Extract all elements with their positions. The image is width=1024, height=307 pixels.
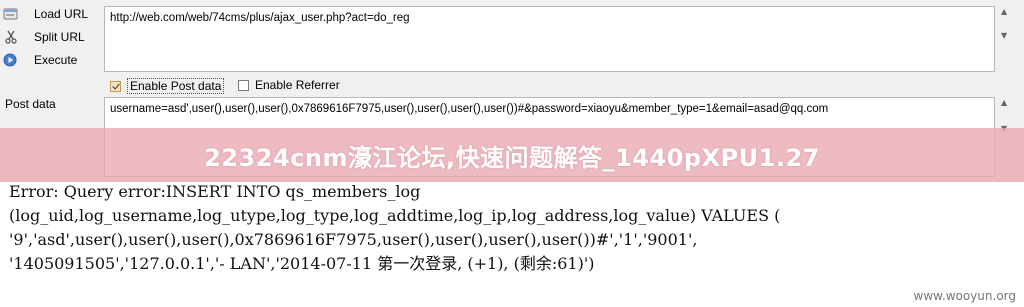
split-url-button[interactable]: Split URL (3, 30, 85, 44)
error-line: (log_uid,log_username,log_utype,log_type… (9, 206, 781, 225)
play-icon (3, 53, 19, 67)
screenshot-root: Load URL Split URL Execute http://web.co… (0, 0, 1024, 307)
scroll-up-icon[interactable]: ▲ (1001, 8, 1007, 16)
post-scroll-up-icon[interactable]: ▲ (1001, 99, 1007, 107)
enable-post-check-icon[interactable] (110, 80, 121, 92)
load-url-icon (3, 7, 19, 21)
split-url-label: Split URL (34, 30, 85, 44)
enable-post-checkbox[interactable]: Enable Post data (110, 78, 225, 94)
scroll-down-icon[interactable]: ▼ (1001, 32, 1007, 40)
watermark-banner: 22324cnm濠江论坛,快速问题解答_1440pXPU1.27 (0, 128, 1024, 182)
load-url-button[interactable]: Load URL (3, 7, 88, 21)
url-input[interactable]: http://web.com/web/74cms/plus/ajax_user.… (104, 6, 995, 72)
enable-post-label: Enable Post data (127, 78, 225, 94)
error-line: '1405091505','127.0.0.1','- LAN','2014-0… (9, 254, 595, 273)
error-line: Error: Query error:INSERT INTO qs_member… (9, 182, 421, 201)
error-output: Error: Query error:INSERT INTO qs_member… (9, 180, 1019, 276)
scissors-icon (3, 30, 19, 44)
execute-label: Execute (34, 53, 78, 67)
enable-referrer-label: Enable Referrer (255, 78, 340, 92)
execute-button[interactable]: Execute (3, 53, 77, 67)
error-line: '9','asd',user(),user(),user(),0x7869616… (9, 230, 698, 249)
enable-referrer-checkbox[interactable]: Enable Referrer (238, 78, 340, 92)
url-scrollbar[interactable]: ▲ ▼ (998, 6, 1014, 72)
banner-text: 22324cnm濠江论坛,快速问题解答_1440pXPU1.27 (204, 143, 820, 172)
enable-referrer-check-icon[interactable] (238, 79, 249, 91)
site-watermark: www.wooyun.org (913, 289, 1016, 303)
post-data-label: Post data (5, 97, 56, 111)
load-url-label: Load URL (34, 7, 89, 21)
